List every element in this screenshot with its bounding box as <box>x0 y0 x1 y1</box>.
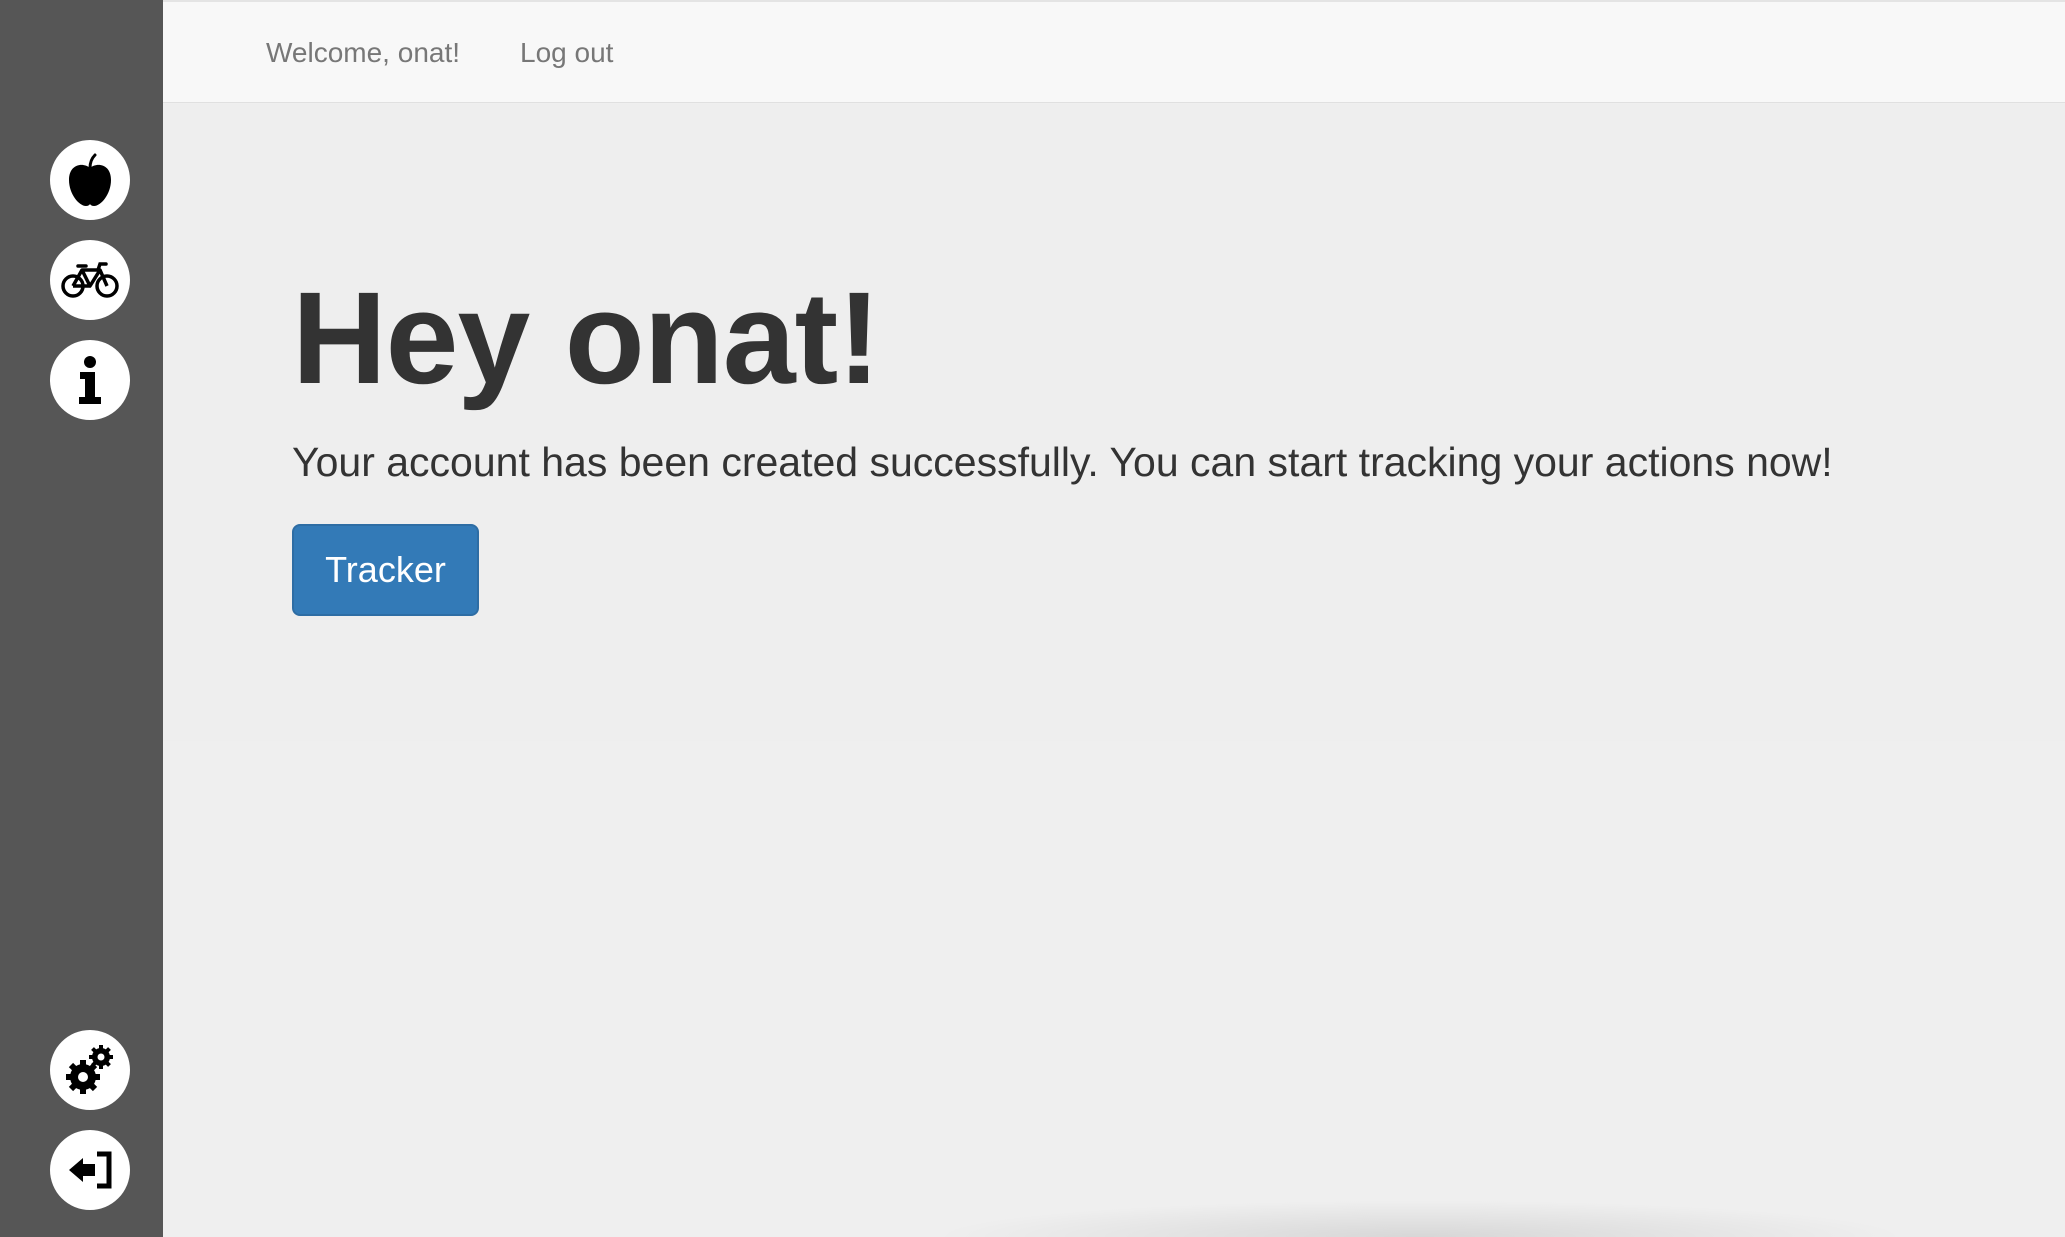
sidebar-item-logout[interactable] <box>50 1130 130 1210</box>
sidebar-item-activity[interactable] <box>50 240 130 320</box>
bicycle-icon <box>61 262 119 298</box>
logout-icon <box>69 1151 112 1189</box>
welcome-jumbotron <box>163 104 2065 741</box>
welcome-link[interactable]: Welcome, onat! <box>266 39 460 67</box>
sidebar-item-settings[interactable] <box>50 1030 130 1110</box>
page-title: Hey onat! <box>292 264 881 411</box>
gears-icon <box>66 1045 113 1094</box>
sidebar-item-info[interactable] <box>50 340 130 420</box>
info-icon <box>79 356 101 404</box>
success-message: Your account has been created successful… <box>292 439 1833 485</box>
apple-icon <box>69 153 111 206</box>
logout-link[interactable]: Log out <box>520 39 613 67</box>
bottom-shadow <box>930 1200 1910 1237</box>
sidebar-item-nutrition[interactable] <box>50 140 130 220</box>
tracker-button[interactable]: Tracker <box>292 524 479 616</box>
top-navbar: ack Welcome, onat! Log out <box>0 0 2065 103</box>
sidebar <box>0 0 163 1237</box>
